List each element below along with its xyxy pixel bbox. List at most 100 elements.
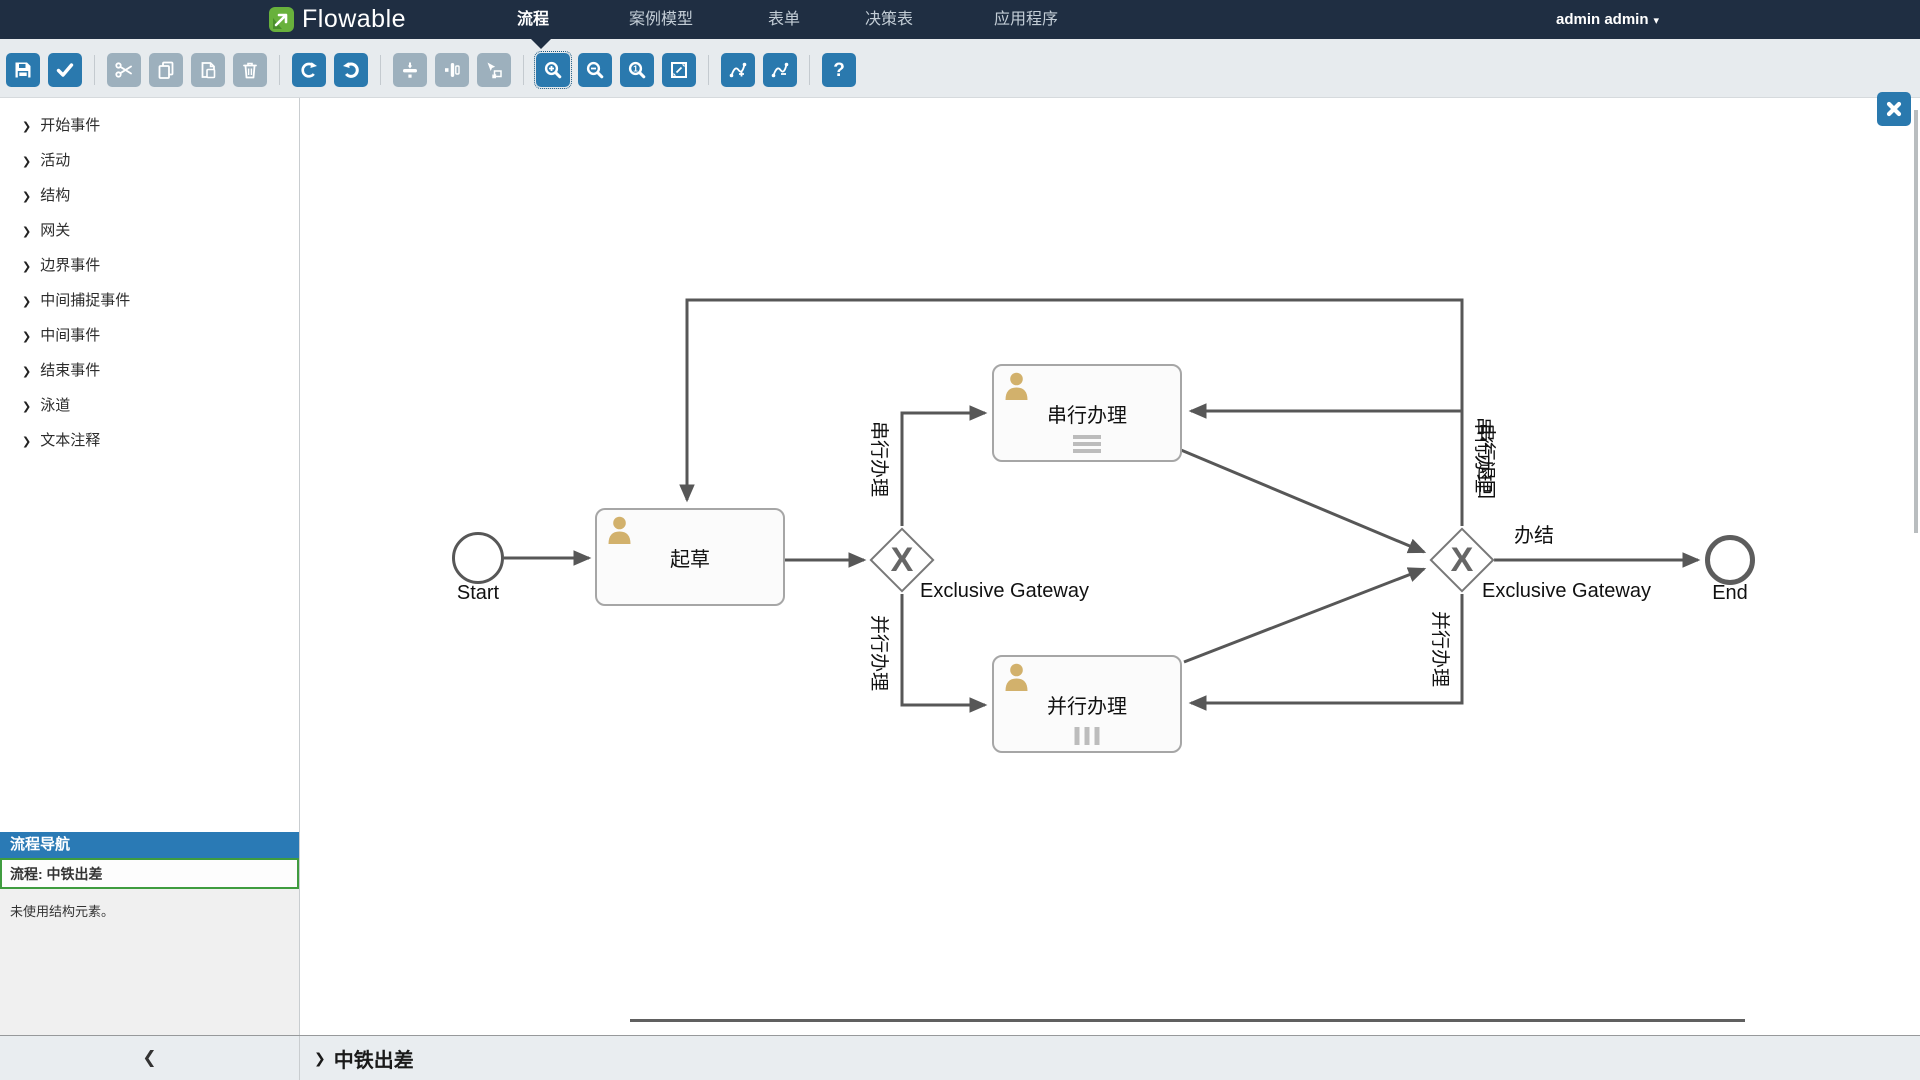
task-parallel[interactable]: 并行办理: [992, 655, 1182, 753]
paste-button[interactable]: [191, 53, 225, 87]
help-icon: ?: [833, 61, 845, 80]
align-vertical-button[interactable]: [393, 53, 427, 87]
toolbar-separator: [809, 55, 810, 85]
user-icon: [607, 516, 632, 544]
sequential-multi-instance-marker: [1073, 435, 1101, 453]
palette-group-activities[interactable]: ❯活动: [0, 143, 299, 178]
toolbar-separator: [279, 55, 280, 85]
chevron-right-icon: ❯: [22, 121, 31, 133]
vertical-scrollbar[interactable]: [1914, 110, 1918, 533]
remove-bendpoint-button[interactable]: [763, 53, 797, 87]
task-label: 起草: [670, 543, 710, 572]
check-icon: [55, 60, 75, 80]
zoom-in-button[interactable]: [536, 53, 570, 87]
task-serial[interactable]: 串行办理: [992, 364, 1182, 462]
chevron-right-icon: ❯: [22, 366, 31, 378]
palette-group-boundary-events[interactable]: ❯边界事件: [0, 248, 299, 283]
sidebar-footer: ❮: [0, 1036, 300, 1080]
scissors-icon: [114, 60, 134, 80]
editor-toolbar: 1 ?: [0, 39, 1920, 98]
chevron-right-icon: ❯: [22, 226, 31, 238]
add-bendpoint-button[interactable]: [721, 53, 755, 87]
process-title: 中铁出差: [334, 1044, 414, 1073]
palette-group-end-events[interactable]: ❯结束事件: [0, 353, 299, 388]
navigator-header: 流程导航: [0, 832, 299, 858]
nav-tab-forms[interactable]: 表单: [768, 0, 800, 39]
close-icon: [1884, 99, 1904, 119]
palette-group-intermediate-events[interactable]: ❯中间事件: [0, 318, 299, 353]
active-tab-pointer: [531, 39, 551, 49]
navigator-empty-note: 未使用结构元素。: [0, 889, 299, 932]
zoom-out-button[interactable]: [578, 53, 612, 87]
align-horizontal-button[interactable]: [435, 53, 469, 87]
zoom-fit-icon: [669, 60, 689, 80]
task-label: 串行办理: [1047, 399, 1127, 428]
palette-group-swimlanes[interactable]: ❯泳道: [0, 388, 299, 423]
redo-button[interactable]: [292, 53, 326, 87]
parallel-multi-instance-marker: [1075, 727, 1100, 745]
delete-button[interactable]: [233, 53, 267, 87]
zoom-in-icon: [543, 60, 563, 80]
validate-button[interactable]: [48, 53, 82, 87]
process-navigator-panel: 流程导航 流程: 中铁出差 未使用结构元素。: [0, 832, 299, 1035]
undo-button[interactable]: [334, 53, 368, 87]
help-button[interactable]: ?: [822, 53, 856, 87]
palette-group-structure[interactable]: ❯结构: [0, 178, 299, 213]
collapse-sidebar-button[interactable]: ❮: [142, 1048, 156, 1068]
nav-tab-apps[interactable]: 应用程序: [994, 0, 1058, 39]
zoom-fit-button[interactable]: [662, 53, 696, 87]
copy-icon: [156, 60, 176, 80]
align-horizontal-icon: [442, 60, 462, 80]
toolbar-separator: [708, 55, 709, 85]
chevron-right-icon: ❯: [22, 436, 31, 448]
redo-icon: [299, 60, 319, 80]
palette-group-intermediate-catching-events[interactable]: ❯中间捕捉事件: [0, 283, 299, 318]
flowable-logo: Flowable: [268, 0, 406, 39]
chevron-right-icon: ❯: [22, 261, 31, 273]
save-button[interactable]: [6, 53, 40, 87]
nav-tab-processes[interactable]: 流程: [517, 0, 549, 39]
diagram-canvas[interactable]: [300, 98, 1920, 1035]
chevron-down-icon: ▾: [1654, 15, 1660, 27]
brand-name: Flowable: [302, 5, 406, 34]
cut-button[interactable]: [107, 53, 141, 87]
start-event[interactable]: [452, 532, 504, 584]
remove-bendpoint-icon: [770, 60, 790, 80]
palette-group-gateways[interactable]: ❯网关: [0, 213, 299, 248]
end-event[interactable]: [1705, 535, 1755, 585]
close-editor-button[interactable]: [1877, 92, 1911, 126]
bottom-bar: ❮ ❯ 中铁出差: [0, 1035, 1920, 1080]
palette-group-text-annotation[interactable]: ❯文本注释: [0, 423, 299, 458]
zoom-actual-icon: 1: [627, 60, 647, 80]
save-icon: [13, 60, 33, 80]
toolbar-separator: [94, 55, 95, 85]
nav-tab-decision-tables[interactable]: 决策表: [865, 0, 913, 39]
zoom-out-icon: [585, 60, 605, 80]
same-size-button[interactable]: [477, 53, 511, 87]
trash-icon: [240, 60, 260, 80]
chevron-right-icon: ❯: [22, 296, 31, 308]
chevron-right-icon: ❯: [22, 401, 31, 413]
add-bendpoint-icon: [728, 60, 748, 80]
top-navbar: Flowable 流程 案例模型 表单 决策表 应用程序 admin admin…: [0, 0, 1920, 39]
toolbar-separator: [523, 55, 524, 85]
chevron-right-icon: ❯: [22, 191, 31, 203]
zoom-actual-button[interactable]: 1: [620, 53, 654, 87]
task-label: 并行办理: [1047, 690, 1127, 719]
chevron-right-icon: ❯: [22, 156, 31, 168]
toolbar-separator: [380, 55, 381, 85]
user-icon: [1004, 663, 1029, 691]
palette-group-list: ❯开始事件 ❯活动 ❯结构 ❯网关 ❯边界事件 ❯中间捕捉事件 ❯中间事件 ❯结…: [0, 98, 299, 458]
undo-icon: [341, 60, 361, 80]
horizontal-scrollbar[interactable]: [630, 1019, 1745, 1022]
chevron-right-icon: ❯: [22, 331, 31, 343]
nav-tab-case-models[interactable]: 案例模型: [629, 0, 693, 39]
palette-group-start-events[interactable]: ❯开始事件: [0, 108, 299, 143]
shape-palette-sidebar: ❯开始事件 ❯活动 ❯结构 ❯网关 ❯边界事件 ❯中间捕捉事件 ❯中间事件 ❯结…: [0, 98, 300, 1035]
copy-button[interactable]: [149, 53, 183, 87]
user-menu[interactable]: admin admin▾: [1556, 0, 1659, 39]
align-vertical-icon: [400, 60, 420, 80]
navigator-current-process[interactable]: 流程: 中铁出差: [0, 858, 299, 889]
chevron-right-icon: ❯: [314, 1050, 326, 1067]
task-draft[interactable]: 起草: [595, 508, 785, 606]
